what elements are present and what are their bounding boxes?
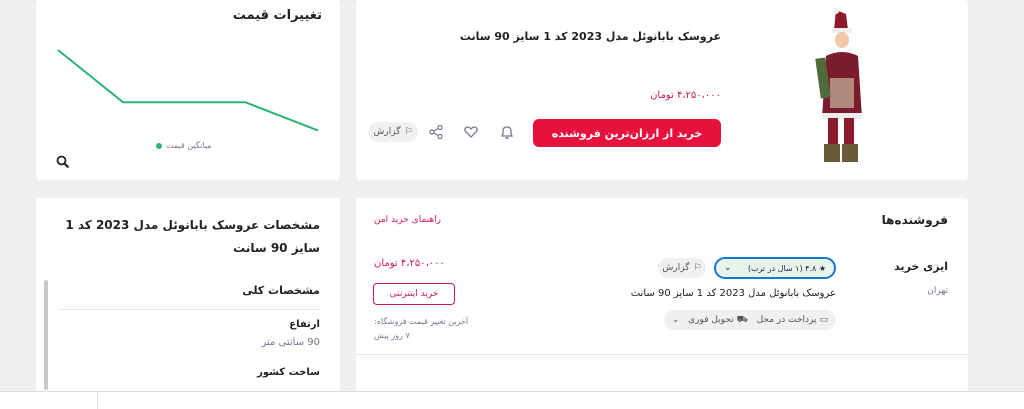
product-report-label: گزارش	[373, 127, 401, 137]
seller-city: تهران	[927, 286, 948, 296]
sellers-divider	[356, 354, 968, 355]
chart-legend: میانگین قیمت	[156, 141, 212, 150]
seller-report-button[interactable]: ⚐ گزارش	[658, 258, 706, 278]
product-title: عروسک بابانوئل مدل 2023 کد 1 سایز 90 سان…	[459, 30, 721, 43]
payment-item: ▭ پرداخت در محل	[757, 315, 828, 325]
online-buy-button[interactable]: خرید اینترنتی	[373, 283, 455, 305]
payment-label: پرداخت در محل	[756, 315, 817, 325]
search-icon[interactable]	[56, 155, 70, 169]
price-chart	[57, 49, 319, 132]
price-series-line	[57, 49, 319, 132]
specs-title: مشخصات عروسک بابانوئل مدل 2023 کد 1 سایز…	[65, 218, 320, 255]
rating-value: ۴.۸ (۱ سال در ترب)	[747, 263, 817, 273]
share-icon[interactable]	[428, 124, 444, 140]
delivery-options-chip[interactable]: ▭ پرداخت در محل ⛟ تحویل فوری ⌄	[664, 310, 836, 330]
product-card: عروسک بابانوئل مدل 2023 کد 1 سایز 90 سان…	[356, 0, 968, 180]
offer-title: عروسک بابانوئل مدل 2023 کد 1 سایز 90 سان…	[630, 288, 836, 299]
bell-icon[interactable]	[499, 124, 515, 140]
specs-card: مشخصات عروسک بابانوئل مدل 2023 کد 1 سایز…	[36, 198, 340, 398]
bottom-bar	[0, 391, 1024, 409]
seller-rating-dropdown[interactable]: ★ ۴.۸ (۱ سال در ترب) ⌄	[714, 257, 836, 279]
truck-icon: ⛟	[736, 314, 748, 325]
offer-price: ۴،۲۵۰،۰۰۰ تومان	[374, 258, 445, 269]
star-icon: ★	[818, 263, 826, 273]
product-price: ۴،۲۵۰،۰۰۰ تومان	[650, 90, 721, 101]
buy-cheapest-button[interactable]: خرید از ارزان‌ترین فروشنده	[533, 119, 721, 147]
spec-value-height: 90 سانتی متر	[261, 337, 320, 348]
last-price-change-label: آخرین تغییر قیمت فروشگاه:	[374, 317, 469, 326]
flag-icon: ⚐	[693, 263, 702, 273]
price-history-card: تغییرات قیمت میانگین قیمت	[36, 0, 340, 180]
heart-icon[interactable]	[463, 124, 479, 140]
spec-label-country: ساخت کشور	[257, 367, 320, 378]
rating-text: ★ ۴.۸ (۱ سال در ترب)	[748, 264, 826, 273]
last-price-change-value: ۷ روز پیش	[374, 331, 410, 340]
specs-scrollbar[interactable]	[44, 280, 48, 390]
specs-divider	[58, 309, 320, 310]
specs-section-title: مشخصات کلی	[242, 284, 320, 297]
legend-dot	[156, 142, 162, 149]
chevron-down-icon: ⌄	[672, 315, 680, 325]
sellers-card: فروشنده‌ها راهنمای خرید امن ایزی خرید ته…	[356, 198, 968, 398]
delivery-item: ⛟ تحویل فوری	[688, 315, 748, 326]
sellers-title: فروشنده‌ها	[881, 213, 948, 227]
delivery-label: تحویل فوری	[688, 315, 734, 325]
bottom-bar-divider	[97, 392, 98, 409]
product-image	[808, 8, 872, 166]
chevron-down-icon: ⌄	[724, 263, 732, 273]
seller-report-label: گزارش	[662, 263, 690, 273]
safe-buy-guide-link[interactable]: راهنمای خرید امن	[374, 215, 441, 225]
flag-icon: ⚐	[404, 127, 413, 137]
seller-name[interactable]: ایزی خرید	[894, 260, 948, 273]
product-report-button[interactable]: ⚐ گزارش	[368, 122, 418, 142]
legend-label: میانگین قیمت	[166, 141, 212, 150]
payment-icon: ▭	[819, 315, 828, 325]
spec-label-height: ارتفاع	[289, 319, 320, 330]
price-history-title: تغییرات قیمت	[232, 8, 322, 23]
